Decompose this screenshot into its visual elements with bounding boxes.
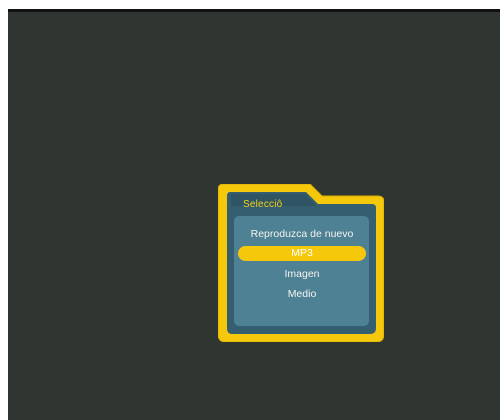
menu-item-mp3[interactable]: MP3 — [238, 246, 366, 261]
tv-screen-background: Selecciô Reproduzca de nuevo MP3 Imagen … — [8, 9, 500, 420]
selection-menu: Reproduzca de nuevo MP3 Imagen Medio — [237, 224, 367, 304]
dialog-title: Selecciô — [243, 199, 283, 210]
menu-item-repeat[interactable]: Reproduzca de nuevo — [237, 224, 367, 244]
selection-dialog: Selecciô Reproduzca de nuevo MP3 Imagen … — [218, 184, 384, 342]
menu-item-media[interactable]: Medio — [237, 284, 367, 304]
menu-item-image[interactable]: Imagen — [237, 264, 367, 284]
